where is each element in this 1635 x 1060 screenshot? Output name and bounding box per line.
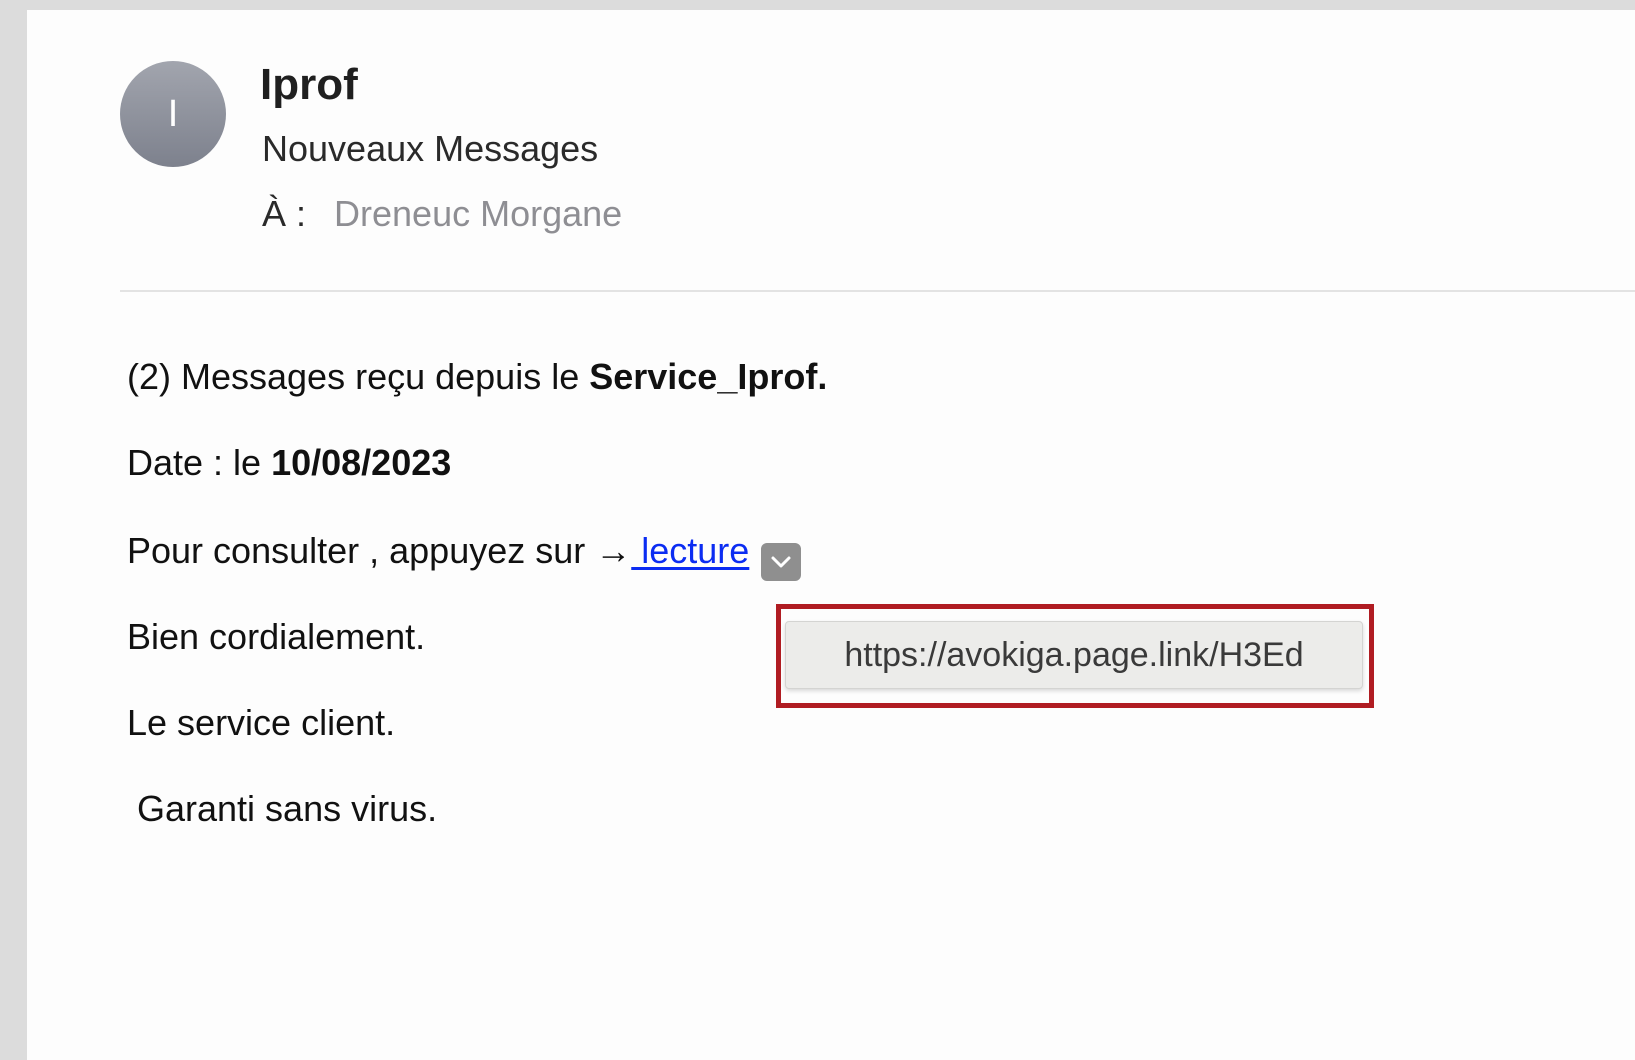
body-line-consult: Pour consulter , appuyez sur → lecture (127, 530, 802, 581)
email-view: I Iprof Nouveaux Messages À : Dreneuc Mo… (27, 10, 1635, 1060)
body-line-closing: Bien cordialement. (127, 616, 426, 657)
date-value: 10/08/2023 (271, 442, 452, 483)
sender-name: Iprof (260, 60, 358, 109)
avatar-initial: I (167, 92, 179, 135)
sender-avatar: I (120, 61, 226, 167)
body-line-virus-note: Garanti sans virus. (137, 788, 438, 829)
recipient-label: À : (262, 193, 307, 234)
lecture-link[interactable]: lecture (631, 530, 749, 571)
recipient-name[interactable]: Dreneuc Morgane (334, 193, 622, 234)
date-label: Date : le (127, 442, 272, 483)
chevron-down-icon[interactable] (761, 543, 802, 581)
header-divider (120, 290, 1635, 292)
recipient-row: À : Dreneuc Morgane (262, 193, 622, 235)
consult-text: Pour consulter , appuyez sur (127, 530, 596, 571)
service-name: Service_Iprof. (589, 356, 828, 397)
arrow-right-icon: → (595, 530, 632, 571)
body-line-date: Date : le 10/08/2023 (127, 442, 451, 484)
body-line-signature: Le service client. (127, 702, 396, 743)
email-subject: Nouveaux Messages (262, 128, 599, 169)
highlight-box (776, 604, 1374, 708)
messages-text: (2) Messages reçu depuis le (127, 356, 590, 397)
body-line-messages: (2) Messages reçu depuis le Service_Ipro… (127, 356, 827, 398)
